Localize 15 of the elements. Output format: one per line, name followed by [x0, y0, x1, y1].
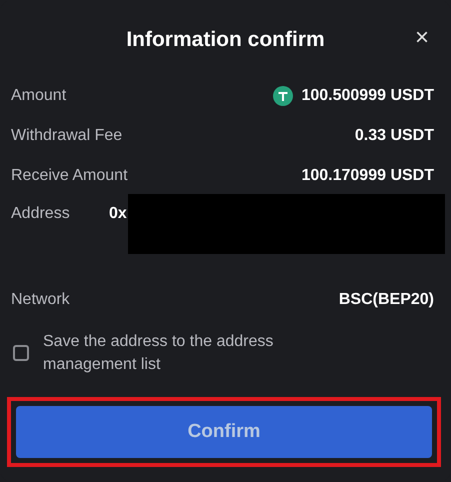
field-label: Withdrawal Fee — [11, 127, 122, 145]
field-value: 0.33 USDT — [354, 127, 434, 145]
field-label: Receive Amount — [11, 167, 128, 185]
dialog-title: Information confirm — [126, 28, 325, 52]
checkbox-label: Save the address to the address management list — [43, 332, 274, 375]
address-value: 0x — [109, 205, 127, 223]
field-value: BSC(BEP20) — [338, 291, 434, 309]
field-label: Amount — [11, 87, 66, 105]
checkbox[interactable] — [13, 345, 29, 361]
field-label: Address — [11, 205, 71, 223]
field-label: Network — [11, 291, 70, 309]
field-value: 100.500999 USDT — [301, 87, 434, 105]
close-button[interactable]: × — [414, 26, 429, 50]
token-icon — [273, 86, 294, 106]
field-value: 100.170999 USDT — [301, 167, 434, 185]
